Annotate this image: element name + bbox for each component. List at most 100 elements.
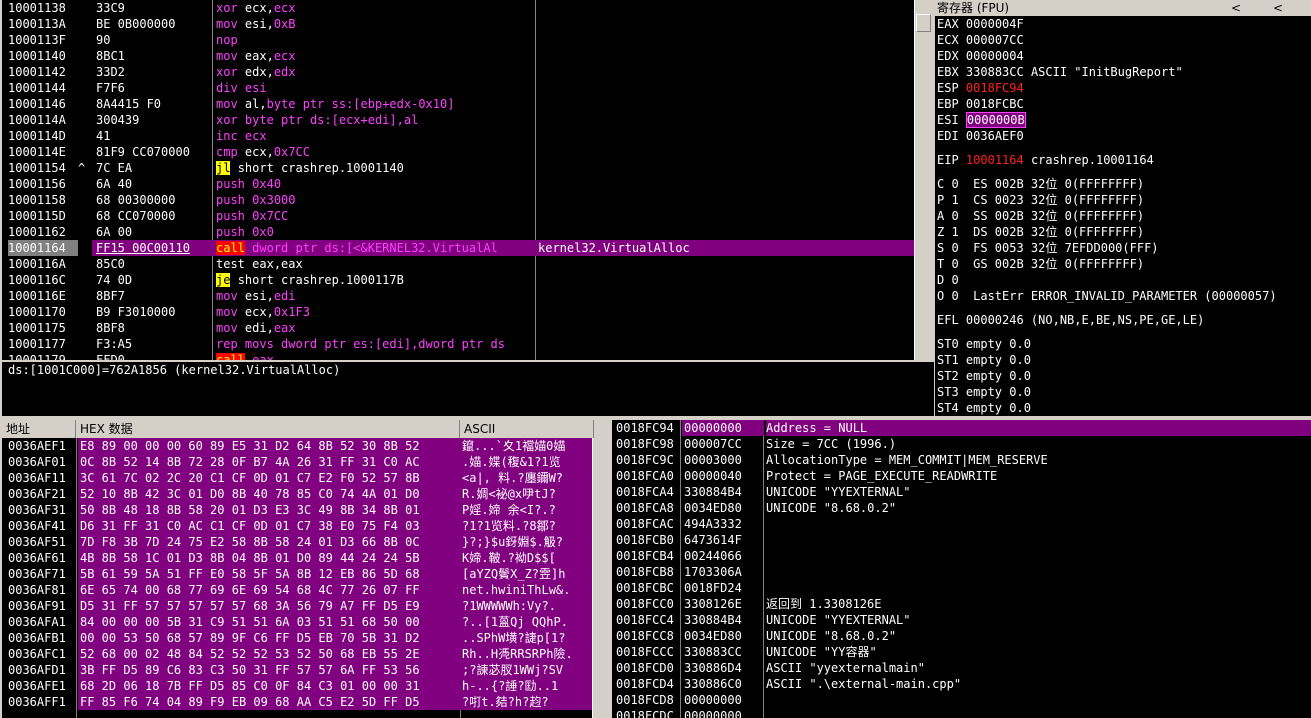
stack-value[interactable]: 0018FD24 — [682, 580, 764, 596]
dump-address[interactable]: 0036AF31 — [8, 502, 78, 518]
dump-ascii[interactable]: K媂.鞁.?袎D$$[ — [462, 550, 594, 566]
flag-segment-row[interactable]: S 0 FS 0053 32位 7EFDD000(FFF) — [937, 240, 1311, 256]
disasm-hex[interactable]: 68 00300000 — [96, 192, 212, 208]
stack-address[interactable]: 0018FC94 — [616, 420, 682, 436]
disasm-instruction[interactable]: push 0x3000 — [216, 192, 536, 208]
efl-register[interactable]: EFL 00000246 (NO,NB,E,BE,NS,PE,GE,LE) — [935, 312, 1311, 328]
register-edx[interactable]: EDX 00000004 — [937, 48, 1311, 64]
dump-address[interactable]: 0036AF51 — [8, 534, 78, 550]
fpu-register[interactable]: ST4 empty 0.0 — [937, 400, 1311, 416]
stack-row[interactable]: 0018FC9C 00003000 AllocationType = MEM_COM… — [612, 452, 1311, 468]
disasm-hex[interactable]: 90 — [96, 32, 212, 48]
dump-row[interactable]: 0036AFD1 3B FF D5 89 C6 83 C3 50 31 FF 57… — [2, 662, 608, 678]
stack-row[interactable]: 0018FCC0 3308126E 返回到 1.3308126E — [612, 596, 1311, 612]
disasm-instruction[interactable]: xor byte ptr ds:[ecx+edi],al — [216, 112, 536, 128]
stack-address[interactable]: 0018FCA4 — [616, 484, 682, 500]
stack-value[interactable]: 0034ED80 — [682, 500, 764, 516]
disasm-instruction[interactable]: rep movs dword ptr es:[edi],dword ptr ds — [216, 336, 536, 352]
dump-row[interactable]: 0036AF41 D6 31 FF 31 C0 AC C1 CF 0D 01 C7… — [2, 518, 608, 534]
disasm-hex[interactable]: 68 CC070000 — [96, 208, 212, 224]
disasm-instruction[interactable]: mov al,byte ptr ss:[ebp+edx-0x10] — [216, 96, 536, 112]
disasm-row[interactable]: 10001154 ^ 7C EA jl short crashrep.10001140 — [2, 160, 914, 176]
dump-row[interactable]: 0036AFE1 68 2D 06 18 7B FF D5 85 C0 0F 84… — [2, 678, 608, 694]
register-value[interactable]: 0018FCBC — [966, 97, 1024, 111]
register-edi[interactable]: EDI 0036AEF0 — [937, 128, 1311, 144]
dump-row[interactable]: 0036AF51 7D F8 3B 7D 24 75 E2 58 8B 58 24… — [2, 534, 608, 550]
stack-row[interactable]: 0018FCB8 1703306A — [612, 564, 1311, 580]
disasm-instruction[interactable]: call eax — [216, 352, 536, 360]
dump-ascii[interactable]: P婬.媂 余<I?.? — [462, 502, 594, 518]
disasm-instruction[interactable]: je short crashrep.1000117B — [216, 272, 536, 288]
disasm-address[interactable]: 10001175 — [8, 320, 78, 336]
disasm-row[interactable]: 10001177 F3:A5 rep movs dword ptr es:[edi]… — [2, 336, 914, 352]
dump-address[interactable]: 0036AFE1 — [8, 678, 78, 694]
stack-value[interactable]: 00003000 — [682, 452, 764, 468]
dump-hex-bytes[interactable]: 3C 61 7C 02 2C 20 C1 CF 0D 01 C7 E2 F0 5… — [78, 470, 462, 486]
disasm-address[interactable]: 1000115D — [8, 208, 78, 224]
dump-ascii[interactable]: <a|, 料.?廛鑈W? — [462, 470, 594, 486]
stack-value[interactable]: 330884B4 — [682, 484, 764, 500]
scroll-thumb[interactable] — [916, 14, 931, 32]
register-esi[interactable]: ESI 0000000B — [937, 112, 1311, 128]
dump-hex-bytes[interactable]: 00 00 53 50 68 57 89 9F C6 FF D5 EB 70 5… — [78, 630, 462, 646]
disasm-address[interactable]: 10001179 — [8, 352, 78, 360]
disasm-row[interactable]: 10001170 B9 F3010000 mov ecx,0x1F3 — [2, 304, 914, 320]
dump-address[interactable]: 0036AFC1 — [8, 646, 78, 662]
disasm-address[interactable]: 1000116E — [8, 288, 78, 304]
register-eax[interactable]: EAX 0000004F — [937, 16, 1311, 32]
disasm-hex[interactable]: 7C EA — [96, 160, 212, 176]
registers-header[interactable]: 寄存器 (FPU) < < — [935, 0, 1311, 16]
dump-ascii[interactable]: R.婤<袐@x吚tJ? — [462, 486, 594, 502]
dump-ascii[interactable]: [aYZQ鬢X_Z?雴]h — [462, 566, 594, 582]
flag-segment-row[interactable]: O 0 LastErr ERROR_INVALID_PARAMETER (000… — [937, 288, 1311, 304]
dump-row[interactable]: 0036AEF1 E8 89 00 00 00 60 89 E5 31 D2 64… — [2, 438, 608, 454]
stack-address[interactable]: 0018FCCC — [616, 644, 682, 660]
disasm-row[interactable]: 10001156 6A 40 push 0x40 — [2, 176, 914, 192]
stack-row[interactable]: 0018FCC4 330884B4 UNICODE "YYEXTERNAL" — [612, 612, 1311, 628]
flag-segment-row[interactable]: P 1 CS 0023 32位 0(FFFFFFFF) — [937, 192, 1311, 208]
disasm-hex[interactable]: 8A4415 F0 — [96, 96, 212, 112]
stack-address[interactable]: 0018FCB4 — [616, 548, 682, 564]
dump-row[interactable]: 0036AFA1 84 00 00 00 5B 31 C9 51 51 6A 03… — [2, 614, 608, 630]
dump-address[interactable]: 0036AF01 — [8, 454, 78, 470]
stack-row[interactable]: 0018FCBC 0018FD24 — [612, 580, 1311, 596]
dump-hex-bytes[interactable]: D6 31 FF 31 C0 AC C1 CF 0D 01 C7 38 E0 7… — [78, 518, 462, 534]
fpu-register[interactable]: ST3 empty 0.0 — [937, 384, 1311, 400]
dump-header-addr[interactable]: 地址 — [2, 420, 76, 438]
dump-ascii[interactable]: .媌.媟(稪&1?1览 — [462, 454, 594, 470]
register-value[interactable]: 000007CC — [966, 33, 1024, 47]
dump-row[interactable]: 0036AF31 50 8B 48 18 8B 58 20 01 D3 E3 3C… — [2, 502, 608, 518]
disasm-row[interactable]: 10001175 8BF8 mov edi,eax — [2, 320, 914, 336]
disasm-row[interactable]: 1000116E 8BF7 mov esi,edi — [2, 288, 914, 304]
dump-hex-bytes[interactable]: 52 10 8B 42 3C 01 D0 8B 40 78 85 C0 74 4… — [78, 486, 462, 502]
disasm-scrollbar[interactable] — [914, 0, 932, 360]
dump-ascii[interactable]: Rh..H凴RRSRPh險. — [462, 646, 594, 662]
flag-segment-row[interactable]: D 0 — [937, 272, 1311, 288]
disasm-address[interactable]: 10001164 — [8, 240, 78, 256]
dump-hex-bytes[interactable]: 0C 8B 52 14 8B 72 28 0F B7 4A 26 31 FF 3… — [78, 454, 462, 470]
disasm-row[interactable]: 10001158 68 00300000 push 0x3000 — [2, 192, 914, 208]
disasm-instruction[interactable]: test eax,eax — [216, 256, 536, 272]
disassembly-pane[interactable]: 10001138 33C9 xor ecx,ecx 1000113A BE 0B0000… — [2, 0, 914, 360]
dump-address[interactable]: 0036AF81 — [8, 582, 78, 598]
disasm-address[interactable]: 10001146 — [8, 96, 78, 112]
disasm-instruction[interactable]: jl short crashrep.10001140 — [216, 160, 536, 176]
stack-row[interactable]: 0018FCD4 330886C0 ASCII ".\external-main.c… — [612, 676, 1311, 692]
stack-address[interactable]: 0018FC98 — [616, 436, 682, 452]
stack-value[interactable]: 330886C0 — [682, 676, 764, 692]
stack-value[interactable]: 0034ED80 — [682, 628, 764, 644]
disasm-address[interactable]: 10001156 — [8, 176, 78, 192]
stack-value[interactable]: 00000000 — [682, 708, 764, 718]
dump-address[interactable]: 0036AF21 — [8, 486, 78, 502]
memory-dump-pane[interactable]: 地址 HEX 数据 ASCII 0036AEF1 E8 89 00 00 00 6… — [2, 420, 608, 718]
stack-row[interactable]: 0018FCCC 330883CC UNICODE "YY容器" — [612, 644, 1311, 660]
disasm-hex[interactable]: 300439 — [96, 112, 212, 128]
disasm-address[interactable]: 1000114A — [8, 112, 78, 128]
stack-row[interactable]: 0018FCC8 0034ED80 UNICODE "8.68.0.2" — [612, 628, 1311, 644]
disasm-instruction[interactable]: div esi — [216, 80, 536, 96]
disasm-instruction[interactable]: mov esi,edi — [216, 288, 536, 304]
dump-row[interactable]: 0036AF21 52 10 8B 42 3C 01 D0 8B 40 78 85… — [2, 486, 608, 502]
disasm-row[interactable]: 1000115D 68 CC070000 push 0x7CC — [2, 208, 914, 224]
dump-address[interactable]: 0036AFF1 — [8, 694, 78, 710]
disasm-address[interactable]: 10001154 — [8, 160, 78, 176]
